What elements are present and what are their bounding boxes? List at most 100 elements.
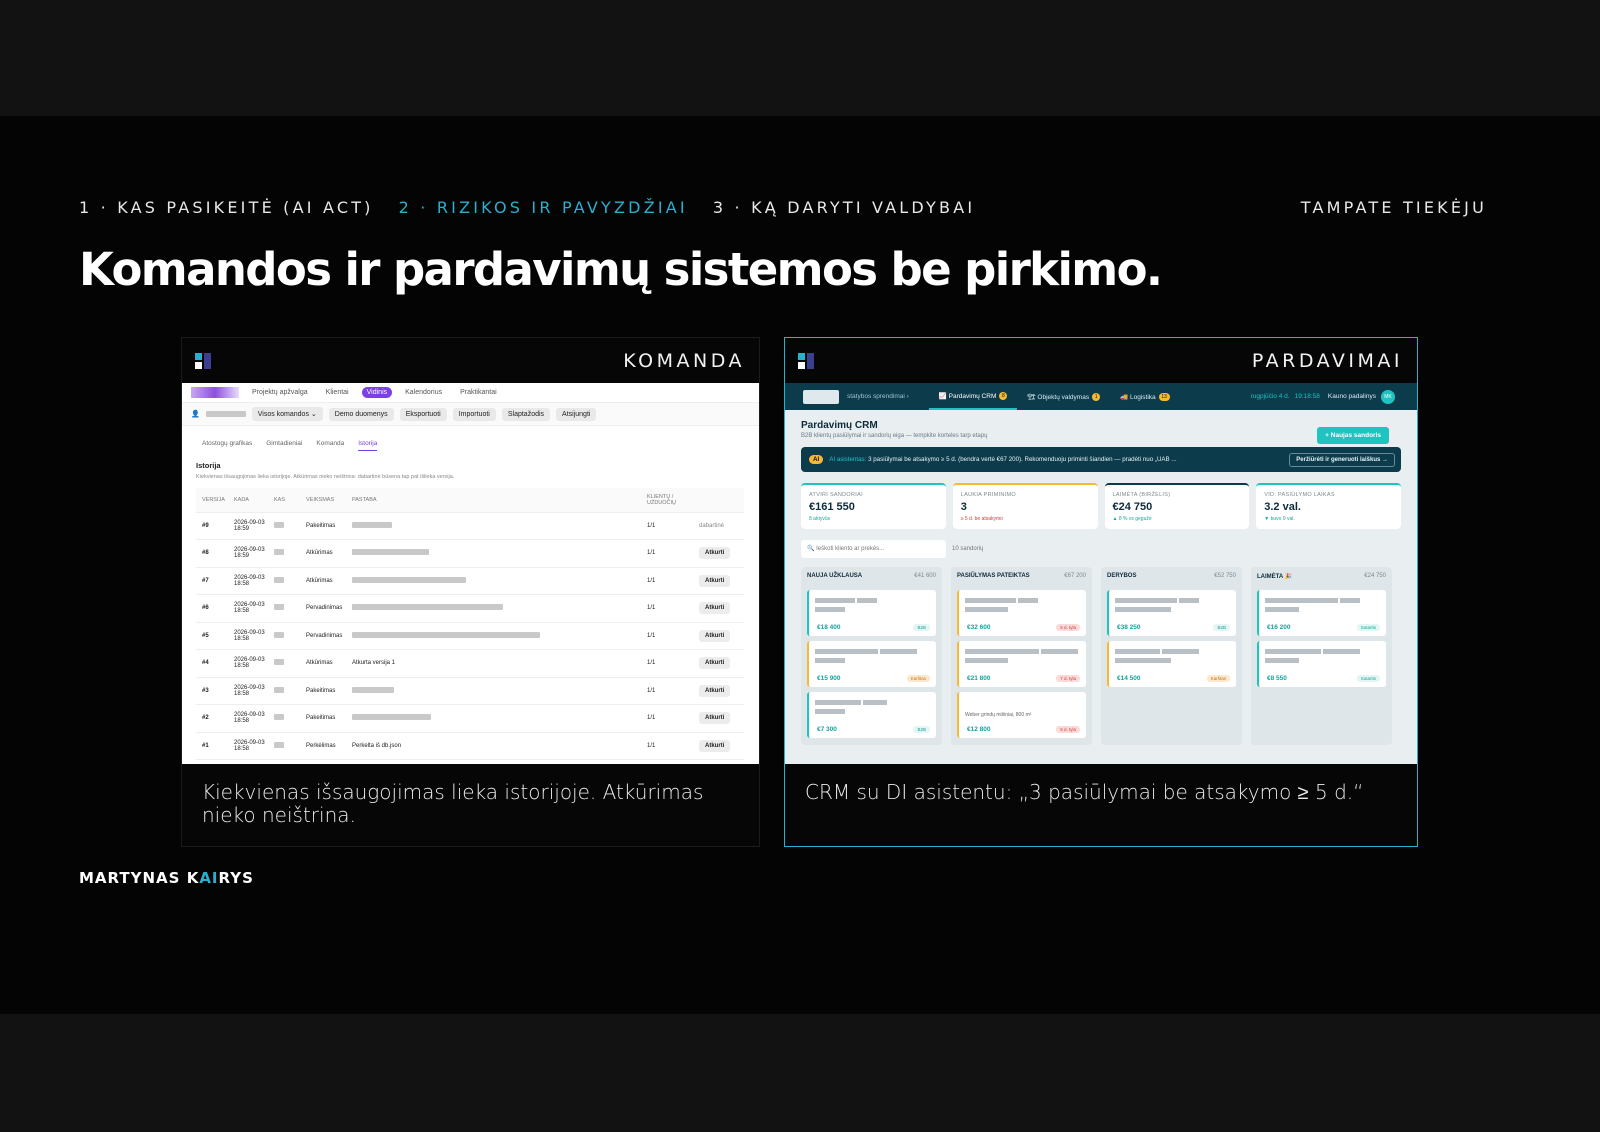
who-cell [268, 622, 300, 650]
restore-button[interactable]: Atkurti [699, 712, 731, 725]
when-cell: 2026-09-03 18:59 [228, 512, 268, 540]
tab-objects[interactable]: 🏗 Objektų valdymas 1 [1017, 383, 1110, 410]
tab-clients[interactable]: Klientai [321, 387, 354, 398]
logout-button[interactable]: Atsijungti [556, 407, 597, 421]
subtab-vacation[interactable]: Atostogų grafikas [202, 440, 252, 451]
table-header: VERSIJA KADA KAS VEIKSMAS PASTABA KLIENT… [196, 488, 744, 513]
restore-cell: Atkurti [693, 704, 744, 733]
deal-card[interactable]: €7 300 B2B [807, 692, 936, 738]
password-button[interactable]: Slaptažodis [501, 407, 551, 421]
deal-amount: €32 600 [967, 624, 991, 631]
restore-button[interactable]: Atkurti [699, 602, 731, 615]
ai-assistant-banner: AI AI asistentas: 3 pasiūlymai be atsaky… [801, 447, 1401, 472]
export-button[interactable]: Eksportuoti [399, 407, 447, 421]
restore-button[interactable]: Atkurti [699, 684, 731, 697]
history-section: Istorija Kiekvienas išsaugojimas lieka i… [182, 461, 759, 480]
tab-interns[interactable]: Praktikantai [455, 387, 502, 398]
subtab-history[interactable]: Istorija [358, 440, 378, 451]
column-sum: €24 750 [1364, 573, 1386, 579]
action-cell: Atkūrimas [300, 649, 346, 678]
deal-tag: B2B [913, 624, 930, 631]
user-icon: 👤 [191, 411, 200, 418]
restore-button[interactable]: Atkurti [699, 629, 731, 642]
column-sum: €41 600 [914, 573, 936, 579]
import-button[interactable]: Importuoti [452, 407, 496, 421]
nav-section-1[interactable]: 1 · KAS PASIKEITĖ (AI ACT) [79, 198, 374, 217]
tab-logistics[interactable]: 🚚 Logistika 13 [1110, 383, 1180, 410]
section-nav: 1 · KAS PASIKEITĖ (AI ACT) 2 · RIZIKOS I… [79, 198, 1487, 217]
deal-amount: €8 550 [1267, 675, 1287, 682]
deal-tag: 7 d. tyla [1056, 675, 1080, 682]
history-desc: Kiekvienas išsaugojimas lieka istorijoje… [196, 474, 455, 480]
table-row: #7 2026-09-03 18:58 Atkūrimas 1/1 Atkurti [196, 567, 744, 595]
kpi-sub: ≥ 5 d. be atsakymo [960, 516, 1003, 522]
note-cell [346, 512, 641, 540]
deal-card[interactable]: €8 550 Sutartis [1257, 641, 1386, 687]
deal-card[interactable]: €15 900 Karštas [807, 641, 936, 687]
action-cell: Pakeitimas [300, 704, 346, 733]
table-row: #3 2026-09-03 18:58 Pakeitimas 1/1 Atkurti [196, 677, 744, 705]
tab-calendar[interactable]: Kalendorius [400, 387, 447, 398]
deal-card[interactable]: €16 200 Sutartis [1257, 590, 1386, 636]
restore-button[interactable]: Atkurti [699, 574, 731, 587]
deal-amount: €38 250 [1117, 624, 1141, 631]
nav-section-3[interactable]: 3 · KĄ DARYTI VALDYBAI [713, 198, 975, 217]
ai-review-button[interactable]: Peržiūrėti ir generuoti laiškus → [1289, 452, 1395, 467]
column-sum: €52 750 [1214, 573, 1236, 579]
app-toolbar: 👤 Visos komandos ⌄ Demo duomenys Eksport… [182, 403, 759, 426]
deal-card[interactable]: €14 500 Karštas [1107, 641, 1236, 687]
nav-section-2[interactable]: 2 · RIZIKOS IR PAVYZDŽIAI [399, 198, 688, 217]
deal-card[interactable]: €38 250 B2B [1107, 590, 1236, 636]
note-cell [346, 594, 641, 623]
crm-page-title: Pardavimų CRM [801, 420, 878, 431]
deal-tag: Karštas [1206, 675, 1230, 682]
kanban-column: DERYBOS €52 750 €38 250 B2B €14 500 Karštas [1101, 567, 1242, 745]
count-cell: 1/1 [641, 539, 693, 568]
kpi-label: ATVIRI SANDORIAI [809, 492, 863, 498]
kanban-column: LAIMĖTA 🎉 €24 750 €16 200 Sutartis €8 550 Sut… [1251, 567, 1392, 745]
version-cell: #4 [196, 649, 228, 678]
action-cell: Perkėlimas [300, 732, 346, 760]
restore-cell: Atkurti [693, 677, 744, 705]
avatar[interactable]: MK [1381, 389, 1395, 404]
column-title: PASIŪLYMAS PATEIKTAS [957, 573, 1030, 579]
note-cell: Perkelta iš db.json [346, 732, 641, 760]
table-row: #4 2026-09-03 18:58 Atkūrimas Atkurta versi… [196, 649, 744, 678]
card-caption: CRM su DI asistentu: „3 pasiūlymai be at… [805, 780, 1364, 804]
action-cell: Pakeitimas [300, 677, 346, 705]
demo-data-button[interactable]: Demo duomenys [328, 407, 394, 421]
deal-amount: €18 400 [817, 624, 841, 631]
kpi-card: ATVIRI SANDORIAI €161 550 8 aktyvūs [801, 483, 946, 529]
kanban-board: NAUJA UŽKLAUSA €41 600 €18 400 B2B €15 900 Ka… [801, 567, 1401, 745]
subtab-team[interactable]: Komanda [316, 440, 344, 451]
when-cell: 2026-09-03 18:58 [228, 704, 268, 733]
kanban-column: PASIŪLYMAS PATEIKTAS €67 200 €32 600 5 d. t… [951, 567, 1092, 745]
tab-crm[interactable]: 📈 Pardavimų CRM 8 [928, 383, 1018, 410]
deal-card[interactable]: €32 600 5 d. tyla [957, 590, 1086, 636]
subtab-birthdays[interactable]: Gimtadieniai [266, 440, 302, 451]
deal-card[interactable]: €18 400 B2B [807, 590, 936, 636]
brand-logo-icon [798, 353, 815, 369]
history-table: VERSIJA KADA KAS VEIKSMAS PASTABA KLIENT… [196, 488, 744, 760]
restore-button[interactable]: Atkurti [699, 657, 731, 670]
col-when: KADA [228, 488, 268, 513]
restore-button[interactable]: Atkurti [699, 739, 731, 752]
tab-projects[interactable]: Projektų apžvalga [247, 387, 313, 398]
action-cell: Atkūrimas [300, 539, 346, 568]
kpi-value: €24 750 [1112, 501, 1153, 513]
deal-card[interactable]: €21 800 7 d. tyla [957, 641, 1086, 687]
action-cell: Pervadinimas [300, 622, 346, 650]
deal-card[interactable]: Weber grindų mišiniai, 800 m² €12 800 5 d.… [957, 692, 1086, 738]
tab-internal[interactable]: Vidinis [361, 387, 393, 398]
who-cell [268, 649, 300, 678]
deal-amount: €7 300 [817, 726, 837, 733]
team-select[interactable]: Visos komandos ⌄ [251, 407, 323, 421]
restore-button[interactable]: Atkurti [699, 547, 731, 560]
crm-logo [803, 389, 839, 404]
column-sum: €67 200 [1064, 573, 1086, 579]
kpi-value: 3 [960, 501, 967, 513]
new-deal-button[interactable]: + Naujas sandoris [1317, 427, 1389, 444]
when-cell: 2026-09-03 18:58 [228, 649, 268, 678]
search-input[interactable]: 🔍 Ieškoti kliento ar prekės... [801, 540, 946, 558]
kpi-label: VID. PASIŪLYMO LAIKAS [1264, 492, 1335, 498]
